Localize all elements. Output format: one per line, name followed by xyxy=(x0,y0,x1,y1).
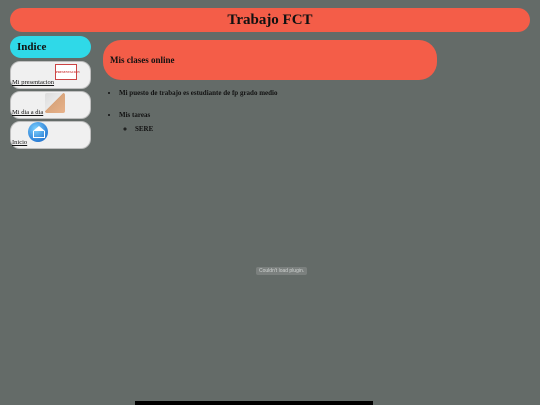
bottom-bar xyxy=(135,401,373,405)
sidebar-item-presentacion[interactable]: PRESENTACION Mi presentacion xyxy=(10,61,91,89)
sub-list-item: SERE xyxy=(135,125,277,133)
section-banner: Mis clases online xyxy=(103,40,437,80)
plugin-error-message: Couldn't load plugin. xyxy=(256,267,308,275)
content-list: Mi puesto de trabajo es estudiante de fp… xyxy=(103,84,277,147)
list-item: Mi puesto de trabajo es estudiante de fp… xyxy=(119,89,277,97)
sidebar-item-label[interactable]: Mi dia a dia xyxy=(12,109,43,116)
home-icon xyxy=(28,122,48,142)
presentation-thumb-text: PRESENTACION xyxy=(56,70,80,74)
sidebar-item-dia-a-dia[interactable]: Mi dia a dia xyxy=(10,91,91,119)
sidebar: Indice PRESENTACION Mi presentacion Mi d… xyxy=(10,36,91,151)
daily-image-icon xyxy=(45,93,65,113)
presentation-icon: PRESENTACION xyxy=(55,64,80,80)
sidebar-item-label[interactable]: Mi presentacion xyxy=(12,79,54,86)
sidebar-header: Indice xyxy=(10,36,91,58)
page-title: Trabajo FCT xyxy=(10,8,530,32)
list-item: Mis tareas SERE xyxy=(119,111,277,133)
list-item-label: Mis tareas xyxy=(119,111,151,119)
sidebar-item-inicio[interactable]: Inicio xyxy=(10,121,91,149)
sidebar-item-label[interactable]: Inicio xyxy=(12,139,27,146)
